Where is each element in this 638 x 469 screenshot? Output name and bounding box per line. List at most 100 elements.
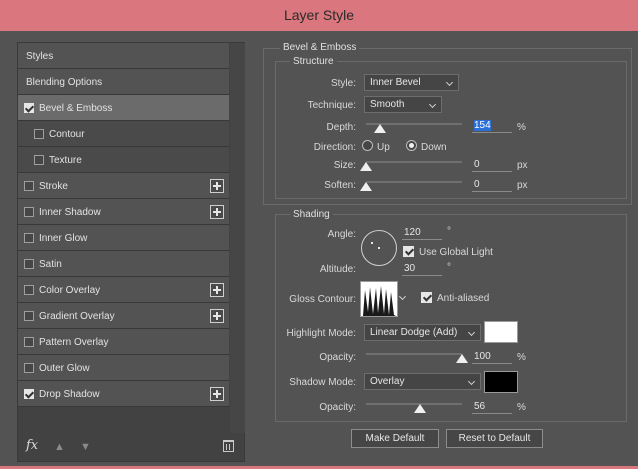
shadow-opacity-field[interactable]: 56 <box>472 400 512 414</box>
technique-select[interactable]: Smooth <box>364 96 442 113</box>
size-label: Size: <box>333 160 356 171</box>
shading-title: Shading <box>290 209 333 220</box>
style-item-checkbox[interactable] <box>24 103 34 113</box>
chevron-down-icon <box>428 100 437 109</box>
style-item-checkbox[interactable] <box>34 129 44 139</box>
chevron-down-icon[interactable] <box>398 292 407 302</box>
size-slider-thumb[interactable] <box>360 162 372 171</box>
style-label: Style: <box>330 78 356 89</box>
style-item-checkbox[interactable] <box>24 389 34 399</box>
add-icon[interactable] <box>210 309 224 323</box>
style-item-checkbox[interactable] <box>24 363 34 373</box>
move-up-icon[interactable]: ▲ <box>54 441 66 453</box>
highlight-opacity-field[interactable]: 100 <box>472 350 512 364</box>
style-item-label: Stroke <box>39 181 68 192</box>
style-item-checkbox[interactable] <box>24 259 34 269</box>
soften-field[interactable]: 0 <box>472 178 512 192</box>
style-item-label: Contour <box>49 129 85 140</box>
fx-button[interactable]: fx <box>26 438 38 453</box>
angle-dial-center <box>378 247 380 249</box>
soften-slider[interactable] <box>366 181 462 183</box>
reset-to-default-button[interactable]: Reset to Default <box>446 429 543 448</box>
size-unit: px <box>517 160 528 171</box>
depth-field[interactable]: 154 <box>472 119 512 133</box>
highlight-opacity-slider[interactable] <box>366 353 462 355</box>
angle-field[interactable]: 120 <box>402 226 442 240</box>
styles-scrollbar[interactable] <box>230 43 245 433</box>
use-global-light-checkbox[interactable] <box>403 246 414 257</box>
direction-up-label: Up <box>377 142 390 153</box>
style-item-pattern-overlay[interactable]: Pattern Overlay <box>18 329 229 355</box>
style-item-blending-options[interactable]: Blending Options <box>18 69 229 95</box>
highlight-color-swatch[interactable] <box>484 321 518 343</box>
shadow-mode-select[interactable]: Overlay <box>364 373 481 390</box>
style-item-checkbox[interactable] <box>24 207 34 217</box>
angle-dial-marker <box>371 242 373 244</box>
add-icon[interactable] <box>210 205 224 219</box>
angle-value: 120 <box>404 227 421 238</box>
style-item-contour[interactable]: Contour <box>18 121 229 147</box>
anti-aliased-checkbox[interactable] <box>421 292 432 303</box>
style-item-label: Pattern Overlay <box>39 337 109 348</box>
styles-list: Styles Blending Options Bevel & Emboss Cont… <box>18 43 229 407</box>
depth-unit: % <box>517 122 526 133</box>
size-slider[interactable] <box>366 161 462 163</box>
style-item-checkbox[interactable] <box>24 233 34 243</box>
style-item-label: Color Overlay <box>39 285 101 296</box>
add-icon[interactable] <box>210 387 224 401</box>
style-item-stroke[interactable]: Stroke <box>18 173 229 199</box>
altitude-label: Altitude: <box>319 264 356 275</box>
add-icon[interactable] <box>210 179 224 193</box>
style-item-gradient-overlay[interactable]: Gradient Overlay <box>18 303 229 329</box>
angle-dial[interactable] <box>361 230 397 266</box>
make-default-button[interactable]: Make Default <box>351 429 439 448</box>
highlight-opacity-slider-thumb[interactable] <box>456 354 468 363</box>
trash-icon[interactable] <box>223 440 234 452</box>
style-select[interactable]: Inner Bevel <box>364 74 459 91</box>
size-field[interactable]: 0 <box>472 158 512 172</box>
chevron-down-icon <box>445 78 454 87</box>
style-item-drop-shadow[interactable]: Drop Shadow <box>18 381 229 407</box>
soften-slider-thumb[interactable] <box>360 182 372 191</box>
direction-down-label: Down <box>421 142 447 153</box>
anti-aliased-label: Anti-aliased <box>437 293 490 304</box>
shadow-opacity-unit: % <box>517 402 526 413</box>
style-item-color-overlay[interactable]: Color Overlay <box>18 277 229 303</box>
highlight-mode-select[interactable]: Linear Dodge (Add) <box>364 324 481 341</box>
style-item-inner-shadow[interactable]: Inner Shadow <box>18 199 229 225</box>
style-item-checkbox[interactable] <box>24 311 34 321</box>
highlight-mode-label: Highlight Mode: <box>286 328 356 339</box>
style-item-label: Texture <box>49 155 82 166</box>
move-down-icon[interactable]: ▼ <box>80 441 92 453</box>
direction-label: Direction: <box>313 142 356 153</box>
style-item-inner-glow[interactable]: Inner Glow <box>18 225 229 251</box>
size-value: 0 <box>474 159 480 170</box>
altitude-field[interactable]: 30 <box>402 262 442 276</box>
technique-label: Technique: <box>307 100 356 111</box>
soften-label: Soften: <box>324 180 356 191</box>
style-item-styles[interactable]: Styles <box>18 43 229 69</box>
gloss-contour-thumbnail[interactable] <box>360 281 398 317</box>
add-icon[interactable] <box>210 283 224 297</box>
style-item-label: Bevel & Emboss <box>39 103 113 114</box>
style-item-bevel-emboss[interactable]: Bevel & Emboss <box>18 95 229 121</box>
shadow-opacity-label: Opacity: <box>319 402 356 413</box>
shadow-opacity-slider-thumb[interactable] <box>414 404 426 413</box>
chevron-down-icon <box>467 377 476 386</box>
style-item-satin[interactable]: Satin <box>18 251 229 277</box>
style-item-checkbox[interactable] <box>24 337 34 347</box>
style-item-label: Blending Options <box>26 77 103 88</box>
style-item-checkbox[interactable] <box>24 285 34 295</box>
gloss-contour-curve <box>363 286 396 316</box>
style-item-checkbox[interactable] <box>24 181 34 191</box>
window-title: Layer Style <box>283 7 355 23</box>
highlight-opacity-value: 100 <box>474 351 491 362</box>
direction-down-radio[interactable] <box>406 140 417 151</box>
highlight-opacity-label: Opacity: <box>319 352 356 363</box>
direction-up-radio[interactable] <box>362 140 373 151</box>
style-item-checkbox[interactable] <box>34 155 44 165</box>
depth-slider-thumb[interactable] <box>374 124 386 133</box>
style-item-outer-glow[interactable]: Outer Glow <box>18 355 229 381</box>
shadow-color-swatch[interactable] <box>484 371 518 393</box>
style-item-texture[interactable]: Texture <box>18 147 229 173</box>
